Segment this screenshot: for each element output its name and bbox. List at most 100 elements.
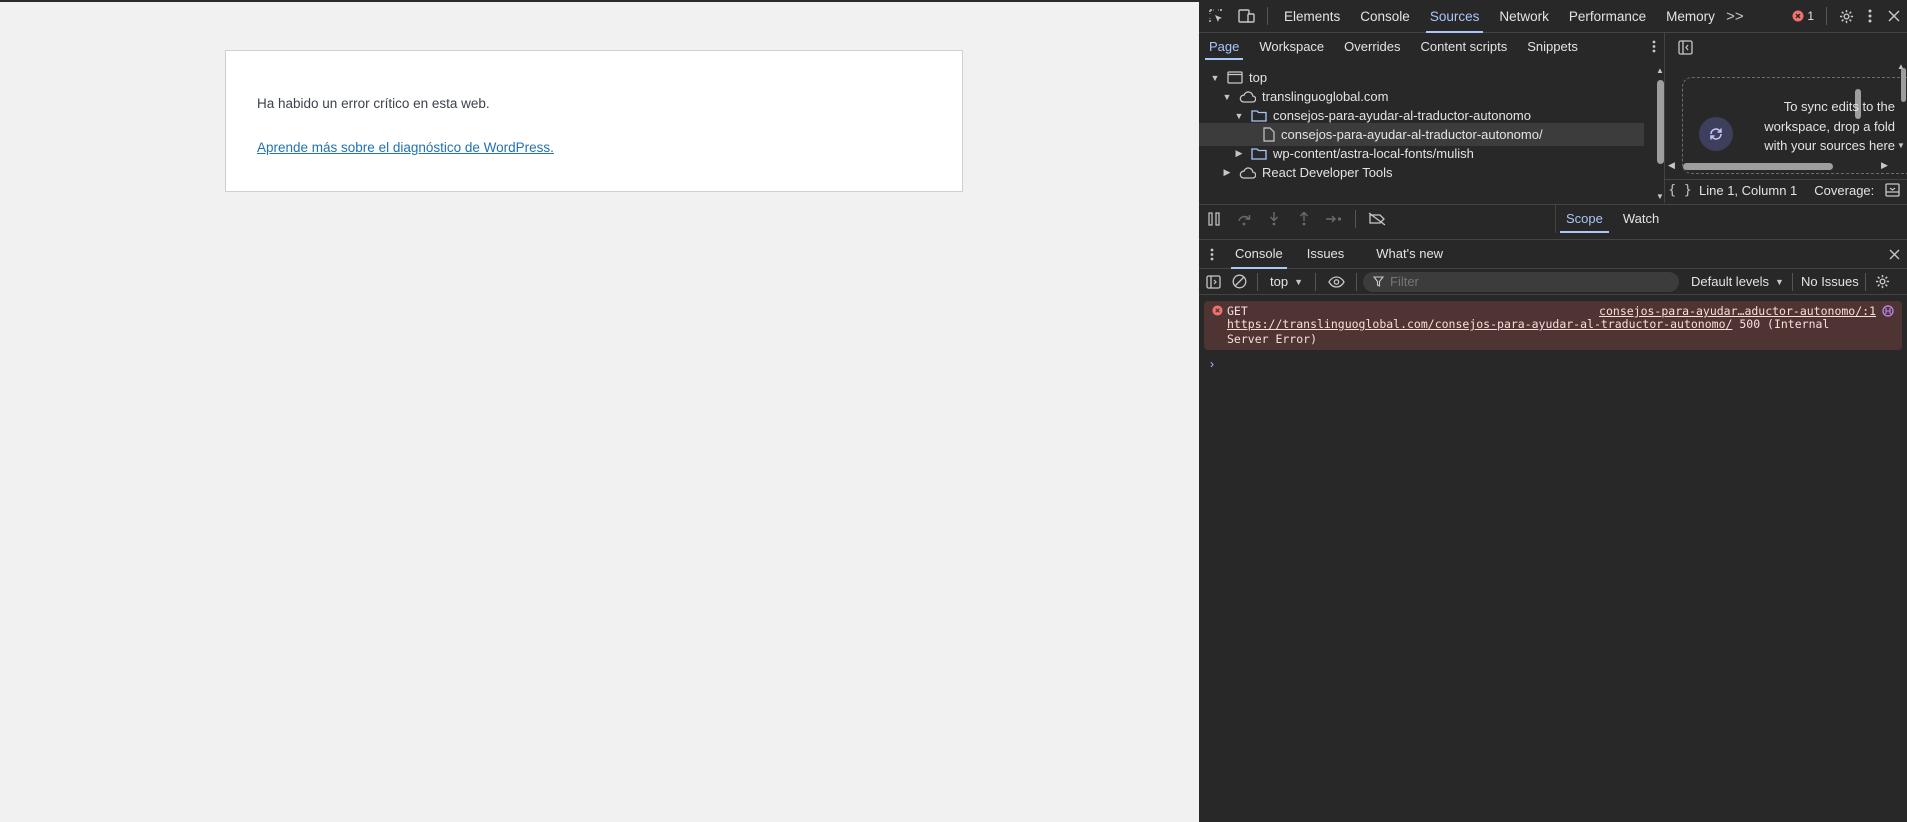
close-devtools-icon[interactable] bbox=[1881, 0, 1907, 33]
filter-field[interactable] bbox=[1363, 271, 1679, 292]
http-status: 500 (Internal bbox=[1732, 317, 1830, 331]
devtools-panel: Elements Console Sources Network Perform… bbox=[1199, 0, 1907, 822]
drawer-menu-icon[interactable] bbox=[1199, 239, 1225, 269]
error-message: Ha habido un error crítico en esta web. bbox=[257, 96, 490, 111]
divider bbox=[1355, 209, 1356, 228]
tab-console[interactable]: Console bbox=[1350, 0, 1420, 33]
context-selector[interactable]: top ▼ bbox=[1264, 269, 1309, 295]
wp-error-box: Ha habido un error crítico en esta web. … bbox=[225, 50, 963, 192]
coverage-label: Coverage: bbox=[1814, 183, 1875, 198]
pause-icon[interactable] bbox=[1199, 205, 1229, 233]
tab-performance[interactable]: Performance bbox=[1559, 0, 1656, 33]
collapse-arrow-icon[interactable]: ▶ bbox=[1221, 167, 1233, 178]
tab-scope[interactable]: Scope bbox=[1556, 205, 1613, 233]
file-icon bbox=[1263, 127, 1275, 142]
scroll-down-icon[interactable]: ▼ bbox=[1897, 141, 1905, 150]
scroll-down-icon[interactable]: ▼ bbox=[1656, 192, 1664, 201]
learn-more-link[interactable]: Aprende más sobre el diagnóstico de Word… bbox=[257, 140, 554, 155]
console-prompt[interactable]: › bbox=[1210, 357, 1214, 371]
devtools-main-toolbar: Elements Console Sources Network Perform… bbox=[1199, 0, 1907, 33]
tab-whats-new[interactable]: What's new bbox=[1366, 239, 1453, 269]
request-url-link[interactable]: https://translinguoglobal.com/consejos-p… bbox=[1227, 317, 1732, 331]
toggle-navigator-icon[interactable] bbox=[1675, 37, 1695, 57]
collapse-arrow-icon[interactable]: ▶ bbox=[1233, 148, 1245, 159]
editor-status-bar: { } Line 1, Column 1 Coverage: bbox=[1665, 179, 1907, 201]
expand-arrow-icon[interactable]: ▼ bbox=[1209, 73, 1221, 83]
tab-page[interactable]: Page bbox=[1199, 33, 1249, 60]
scope-tabs: Scope Watch bbox=[1555, 205, 1669, 233]
log-levels-dropdown[interactable]: Default levels ▼ bbox=[1691, 269, 1784, 295]
file-tree: ▼ top ▼ translinguoglobal.com ▼ consejos… bbox=[1199, 66, 1651, 204]
settings-icon[interactable] bbox=[1833, 0, 1859, 33]
debugger-toolbar: Scope Watch bbox=[1199, 204, 1907, 233]
tree-label: top bbox=[1249, 70, 1268, 85]
tab-overrides[interactable]: Overrides bbox=[1334, 33, 1410, 60]
tree-label: React Developer Tools bbox=[1262, 165, 1393, 180]
scroll-right-icon[interactable]: ▶ bbox=[1881, 160, 1888, 171]
drawer-tabbar: Console Issues What's new bbox=[1199, 239, 1907, 269]
more-options-icon[interactable] bbox=[1859, 0, 1881, 33]
divider bbox=[1356, 272, 1357, 291]
coverage-panel-icon[interactable] bbox=[1885, 183, 1900, 197]
error-icon bbox=[1212, 305, 1223, 316]
folder-icon bbox=[1251, 109, 1267, 122]
tab-drawer-console[interactable]: Console bbox=[1225, 239, 1293, 269]
tab-issues[interactable]: Issues bbox=[1297, 239, 1355, 269]
error-icon bbox=[1792, 10, 1804, 22]
scroll-up-icon[interactable]: ▲ bbox=[1656, 66, 1664, 75]
divider bbox=[1257, 272, 1258, 291]
horizontal-scrollbar[interactable]: ◀ ▶ bbox=[1665, 160, 1907, 172]
step-out-icon[interactable] bbox=[1289, 205, 1319, 233]
deactivate-breakpoints-icon[interactable] bbox=[1362, 205, 1392, 233]
tab-content-scripts[interactable]: Content scripts bbox=[1411, 33, 1518, 60]
network-request-icon bbox=[1882, 305, 1894, 317]
clear-console-icon[interactable] bbox=[1227, 269, 1251, 295]
console-settings-icon[interactable] bbox=[1872, 269, 1894, 295]
tree-label: consejos-para-ayudar-al-traductor-autono… bbox=[1281, 127, 1543, 142]
inspect-element-icon[interactable] bbox=[1201, 0, 1231, 33]
divider bbox=[1864, 272, 1866, 291]
more-tabs-icon[interactable]: >> bbox=[1725, 0, 1745, 33]
tree-label: translinguoglobal.com bbox=[1262, 89, 1389, 104]
pretty-print-icon[interactable]: { } bbox=[1665, 180, 1695, 202]
dropdown-arrow-icon: ▼ bbox=[1294, 276, 1303, 287]
tab-memory[interactable]: Memory bbox=[1656, 0, 1725, 33]
sync-icon bbox=[1699, 117, 1733, 151]
live-expression-eye-icon[interactable] bbox=[1322, 269, 1350, 295]
scroll-left-icon[interactable]: ◀ bbox=[1668, 160, 1675, 171]
scrollbar-thumb[interactable] bbox=[1657, 80, 1664, 164]
source-link[interactable]: consejos-para-ayudar…aductor-autonomo/:1 bbox=[1599, 304, 1876, 318]
expand-arrow-icon[interactable]: ▼ bbox=[1233, 111, 1245, 121]
dropdown-arrow-icon: ▼ bbox=[1775, 276, 1784, 287]
navigator-tabs: Page Workspace Overrides Content scripts… bbox=[1199, 33, 1664, 60]
scrollbar-thumb[interactable] bbox=[1683, 163, 1833, 170]
close-drawer-icon[interactable] bbox=[1881, 239, 1907, 269]
page-viewport: Ha habido un error crítico en esta web. … bbox=[0, 0, 1199, 822]
console-toolbar: top ▼ Default levels ▼ No Issues bbox=[1199, 269, 1907, 295]
tab-network[interactable]: Network bbox=[1489, 0, 1559, 33]
cloud-icon bbox=[1239, 90, 1256, 103]
cloud-icon bbox=[1239, 166, 1256, 179]
tab-watch[interactable]: Watch bbox=[1613, 205, 1669, 233]
sidebar-toggle-icon[interactable] bbox=[1199, 269, 1227, 295]
sync-hint-text: To sync edits to the workspace, drop a f… bbox=[1764, 99, 1895, 153]
navigator-menu-icon[interactable] bbox=[1644, 33, 1664, 60]
step-over-icon[interactable] bbox=[1229, 205, 1259, 233]
step-icon[interactable] bbox=[1319, 205, 1349, 233]
vertical-scrollbar-thumb[interactable] bbox=[1901, 68, 1906, 102]
step-into-icon[interactable] bbox=[1259, 205, 1289, 233]
tree-item-react-devtools[interactable]: ▶ React Developer Tools bbox=[1199, 161, 1644, 184]
folder-icon bbox=[1251, 147, 1267, 160]
device-toolbar-icon[interactable] bbox=[1231, 0, 1261, 33]
tab-workspace[interactable]: Workspace bbox=[1249, 33, 1334, 60]
tab-sources[interactable]: Sources bbox=[1420, 0, 1490, 33]
issues-count[interactable]: No Issues bbox=[1801, 274, 1859, 289]
tab-snippets[interactable]: Snippets bbox=[1517, 33, 1588, 60]
filter-input[interactable] bbox=[1390, 274, 1660, 289]
divider bbox=[1826, 7, 1827, 25]
error-counter[interactable]: 1 bbox=[1786, 0, 1820, 33]
console-error-message: GET consejos-para-ayudar…aductor-autonom… bbox=[1204, 301, 1902, 350]
tree-label: consejos-para-ayudar-al-traductor-autono… bbox=[1273, 108, 1531, 123]
tab-elements[interactable]: Elements bbox=[1274, 0, 1350, 33]
expand-arrow-icon[interactable]: ▼ bbox=[1221, 92, 1233, 102]
